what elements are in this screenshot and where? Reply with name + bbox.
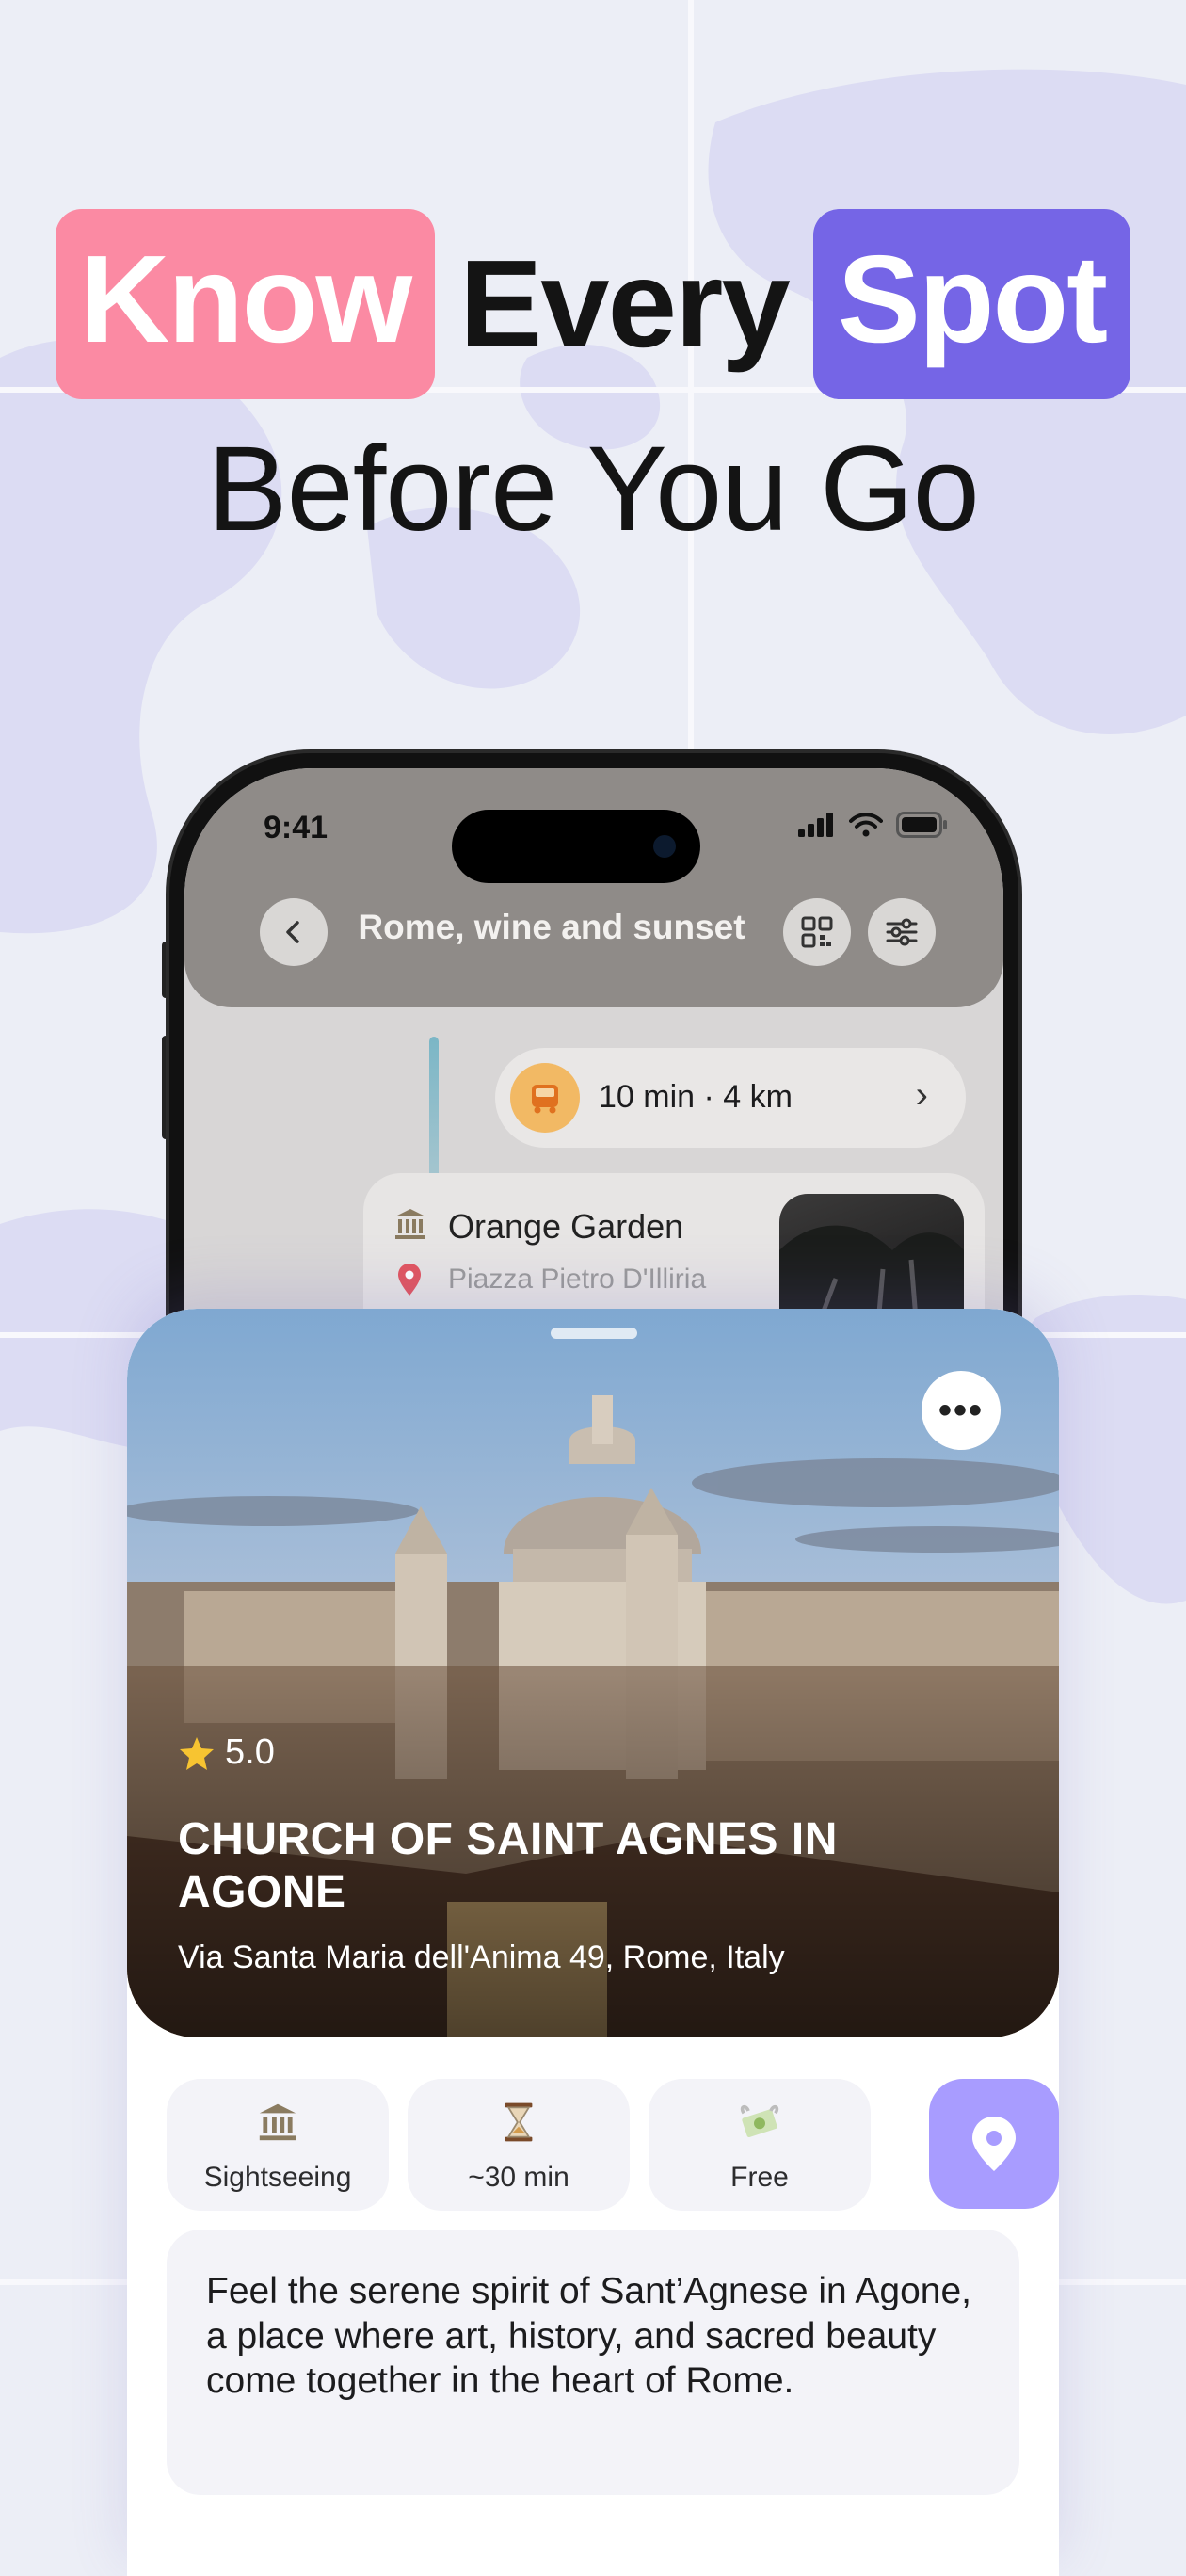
headline-word-spot: Spot — [812, 209, 1131, 399]
info-chips: Sightseeing ~30 min Free — [167, 2079, 1059, 2211]
headline: Know Every Spot Before You Go — [0, 209, 1186, 550]
church-photo — [127, 1309, 1059, 2037]
filter-button[interactable] — [868, 898, 936, 966]
wifi-icon — [849, 813, 883, 837]
more-options-button[interactable]: ••• — [922, 1371, 1001, 1450]
battery-icon — [896, 812, 947, 838]
map-pin-icon — [972, 2117, 1016, 2171]
place-description: Feel the serene spirit of Sant’Agnese in… — [167, 2230, 1019, 2495]
qr-code-button[interactable] — [783, 898, 851, 966]
status-bar: 9:41 — [184, 768, 1003, 883]
phone-volume-button — [162, 1036, 169, 1139]
show-on-map-button[interactable] — [929, 2079, 1059, 2209]
chevron-right-icon: › — [915, 1074, 928, 1116]
museum-icon — [395, 1209, 425, 1239]
bus-icon — [510, 1063, 580, 1133]
status-icons — [798, 812, 949, 838]
chevron-left-icon — [286, 921, 299, 943]
chip-label: ~30 min — [468, 2162, 569, 2193]
hourglass-icon — [505, 2102, 533, 2142]
route-segment[interactable]: 10 min · 4 km › — [495, 1048, 966, 1148]
status-time: 9:41 — [264, 810, 329, 845]
money-icon — [740, 2104, 779, 2138]
headline-word-every: Every — [459, 234, 791, 373]
more-icon: ••• — [938, 1389, 984, 1431]
chip-category: Sightseeing — [167, 2079, 389, 2211]
place-title: CHURCH OF SAINT AGNES IN AGONE — [178, 1814, 838, 1918]
location-pin-icon — [398, 1264, 421, 1296]
chip-label: Free — [730, 2162, 789, 2193]
phone-side-button — [162, 942, 169, 998]
rating-value: 5.0 — [225, 1732, 275, 1772]
place-hero-image: ••• 5.0 CHURCH OF SAINT AGNES IN AGONE V… — [127, 1309, 1059, 2037]
museum-icon — [259, 2103, 296, 2141]
sliders-icon — [886, 918, 918, 946]
signal-icon — [798, 813, 833, 837]
back-button[interactable] — [260, 898, 328, 966]
camera-icon — [653, 835, 676, 858]
chip-duration: ~30 min — [408, 2079, 630, 2211]
place-address: Piazza Pietro D'Illiria — [448, 1264, 707, 1295]
chip-price: Free — [649, 2079, 871, 2211]
rating: 5.0 — [178, 1732, 275, 1773]
dynamic-island — [452, 810, 700, 883]
headline-word-know: Know — [55, 209, 436, 399]
route-duration-distance: 10 min · 4 km — [599, 1079, 793, 1115]
place-name: Orange Garden — [448, 1207, 684, 1246]
star-icon — [180, 1736, 214, 1770]
sheet-grabber[interactable] — [551, 1328, 637, 1339]
place-address-full: Via Santa Maria dell'Anima 49, Rome, Ita… — [178, 1940, 785, 1975]
chip-label: Sightseeing — [203, 2162, 352, 2193]
qr-code-icon — [801, 916, 833, 948]
trip-title: Rome, wine and sunset — [358, 908, 745, 946]
headline-subline: Before You Go — [207, 422, 980, 556]
place-detail-sheet: ••• 5.0 CHURCH OF SAINT AGNES IN AGONE V… — [127, 1309, 1059, 2576]
